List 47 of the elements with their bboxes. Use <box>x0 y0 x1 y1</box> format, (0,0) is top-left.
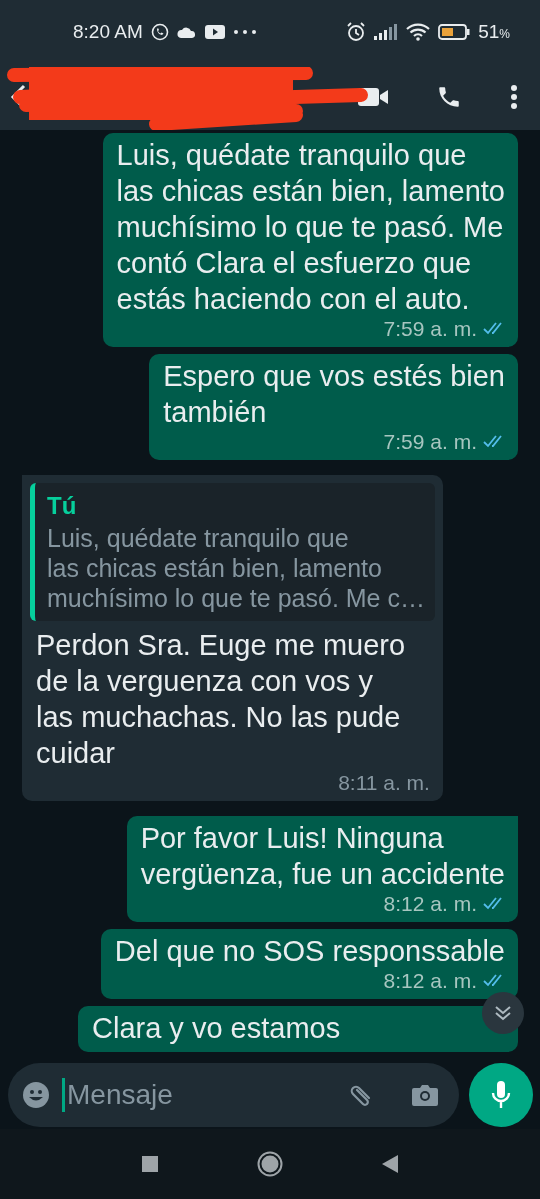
sent-message-bubble[interactable]: Espero que vos estés bien también 7:59 a. m. <box>149 353 518 460</box>
wifi-icon <box>406 23 431 42</box>
quoted-message[interactable]: Tú Luis, quédate tranquilo que las chicas están bien, lamento muchísimo lo que te pasó. Me c… <box>30 482 435 621</box>
message-time: 7:59 a. m. <box>383 316 477 341</box>
quote-author: Tú <box>47 490 78 521</box>
alarm-icon <box>346 22 367 43</box>
cloud-icon <box>176 25 197 40</box>
menu-button[interactable] <box>510 84 518 111</box>
square-icon <box>141 1155 159 1173</box>
sent-message-bubble[interactable]: Clara y vo estamos <box>78 1005 518 1052</box>
video-camera-icon <box>358 87 388 108</box>
message-text: Perdon Sra. Euge me muero de la verguenza con vos y las muchachas. No las pude cuidar <box>36 627 407 771</box>
camera-button[interactable] <box>411 1083 439 1107</box>
message-time: 8:12 a. m. <box>383 968 477 993</box>
clock-time: 8:20 AM <box>73 21 143 44</box>
percent-sign: % <box>499 27 510 42</box>
message-text: Luis, quédate tranquilo que las chicas están bien, lamento muchísimo lo que te pasó. Me contó Clara el esfuerzo que estás haciendo con el auto. <box>116 137 505 317</box>
video-play-icon <box>204 24 225 41</box>
home-button[interactable] <box>257 1151 283 1177</box>
message-text: Espero que vos estés bien también <box>163 358 505 430</box>
emoji-button[interactable] <box>22 1081 50 1109</box>
microphone-icon <box>491 1080 511 1110</box>
message-text: Clara y vo estamos <box>92 1010 342 1046</box>
battery-icon <box>438 24 471 41</box>
camera-icon <box>411 1083 439 1107</box>
battery-percent: 51 <box>478 21 500 44</box>
more-dots-icon <box>232 29 257 36</box>
message-time: 8:12 a. m. <box>383 891 477 916</box>
message-text: Por favor Luis! Ninguna vergüenza, fue un accidente <box>140 820 505 892</box>
message-field[interactable]: Mensaje <box>8 1063 459 1127</box>
sent-message-bubble[interactable]: Luis, quédate tranquilo que las chicas están bien, lamento muchísimo lo que te pasó. Me contó Clara el esfuerzo que estás haciendo con el auto. 7:59 a. m. <box>102 132 518 347</box>
circle-icon <box>257 1151 283 1177</box>
double-chevron-down-icon <box>494 1004 512 1021</box>
triangle-icon <box>381 1154 399 1174</box>
smiley-icon <box>22 1081 50 1109</box>
recent-apps-button[interactable] <box>141 1155 159 1173</box>
back-nav-button[interactable] <box>381 1154 399 1174</box>
signal-icon <box>374 24 399 41</box>
menu-dots-icon <box>510 84 518 111</box>
sent-message-bubble[interactable]: Del que no SOS responssable 8:12 a. m. <box>100 928 518 999</box>
video-call-button[interactable] <box>358 87 388 108</box>
received-message-bubble[interactable]: Tú Luis, quédate tranquilo que las chicas están bien, lamento muchísimo lo que te pasó. Me c… Perdon Sra. Euge me muero de la verguenza con vos y las muchachas. No las pude cuidar 8:11 a. m. <box>22 474 443 801</box>
message-text: Del que no SOS responssable <box>114 933 505 969</box>
message-time: 8:11 a. m. <box>338 770 430 795</box>
quoted-text: Luis, quédate tranquilo que las chicas están bien, lamento muchísimo lo que te pasó. Me c… <box>47 522 425 613</box>
sent-message-bubble[interactable]: Por favor Luis! Ninguna vergüenza, fue un accidente 8:12 a. m. <box>126 815 518 922</box>
message-time: 7:59 a. m. <box>383 429 477 454</box>
